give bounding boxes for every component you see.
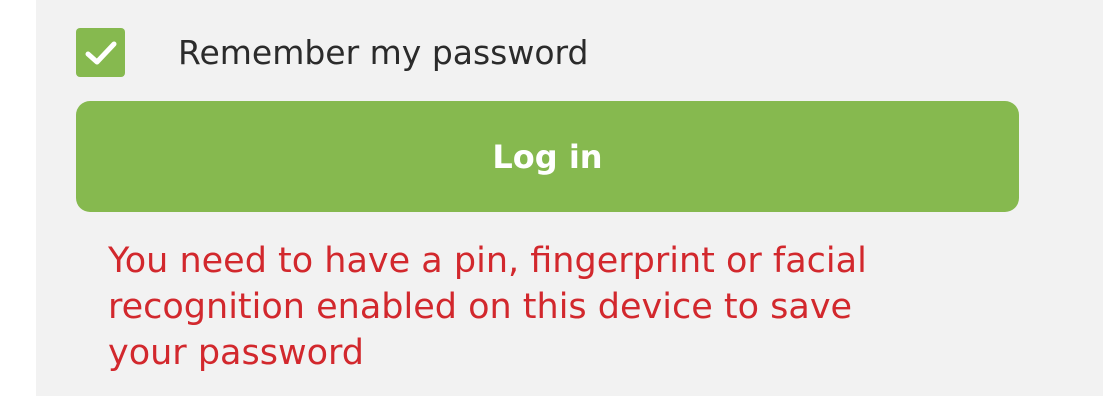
error-line: your password [108,333,364,373]
login-button[interactable]: Log in [76,101,1019,212]
remember-password-row[interactable]: Remember my password [76,28,589,77]
error-message: You need to have a pin, fingerprint or f… [108,238,1008,376]
login-panel: Remember my password Log in You need to … [36,0,1103,396]
remember-password-checkbox[interactable] [76,28,125,77]
error-line: recognition enabled on this device to sa… [108,287,853,327]
remember-password-label: Remember my password [178,33,589,72]
error-line: You need to have a pin, fingerprint or f… [108,241,867,281]
check-icon [85,41,116,64]
